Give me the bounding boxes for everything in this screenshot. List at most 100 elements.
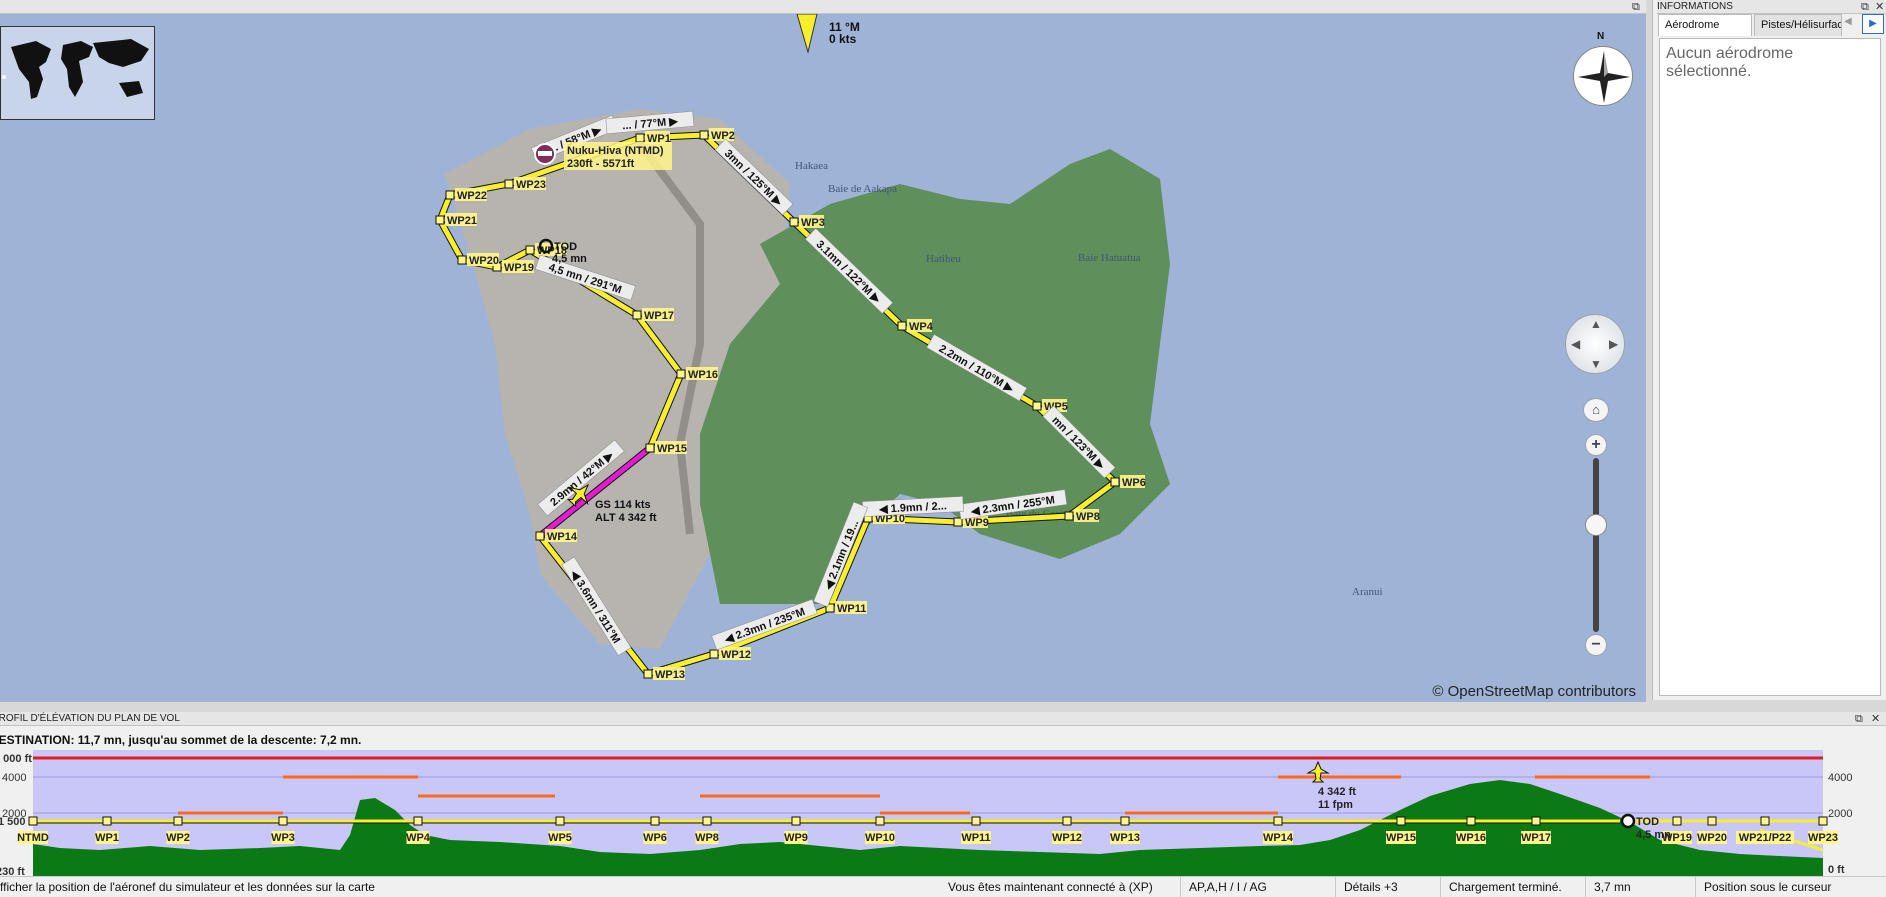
- waypoint-marker[interactable]: [709, 649, 719, 659]
- profile-waypoint-label: WP17: [1521, 832, 1551, 844]
- info-title: INFORMATIONS: [1657, 1, 1733, 12]
- profile-waypoint-marker[interactable]: [971, 816, 981, 826]
- profile-waypoint-marker[interactable]: [1818, 816, 1828, 826]
- waypoint-label: WP8: [1076, 511, 1100, 523]
- waypoint-label: WP11: [837, 603, 866, 615]
- tab-runways[interactable]: Pistes/Hélisurfaces: [1754, 14, 1842, 36]
- map-float-icon[interactable]: ⧉: [1632, 0, 1640, 14]
- home-button[interactable]: ⌂: [1583, 398, 1609, 422]
- zoom-slider-thumb[interactable]: [1585, 514, 1607, 536]
- profile-y-label: 1 500: [0, 816, 26, 828]
- profile-waypoint-marker[interactable]: [1466, 816, 1476, 826]
- elevation-profile-chart[interactable]: NTMD WP1 WP2 WP3 WP4 WP5 WP6 WP8 WP9 WP10 WP11 WP12…: [0, 750, 1886, 878]
- waypoint-marker[interactable]: [643, 669, 653, 679]
- waypoint-label: WP3: [801, 217, 825, 229]
- profile-waypoint-label: WP9: [784, 832, 808, 844]
- profile-waypoint-label: WP3: [271, 832, 295, 844]
- info-tabbar: Aérodrome Pistes/Hélisurfaces ◀ ▶: [1658, 14, 1886, 36]
- pan-left-icon[interactable]: ◀: [1571, 337, 1580, 351]
- waypoint-label: WP16: [688, 369, 718, 381]
- profile-waypoint-marker[interactable]: [702, 816, 712, 826]
- waypoint-marker[interactable]: [525, 245, 535, 255]
- waypoint-marker[interactable]: [897, 321, 907, 331]
- profile-aircraft-alt: 4 342 ft: [1318, 786, 1356, 798]
- info-close-icon[interactable]: ✕: [1875, 0, 1884, 14]
- waypoint-marker[interactable]: [676, 369, 686, 379]
- profile-waypoint-marker[interactable]: [791, 816, 801, 826]
- waypoint-marker[interactable]: [789, 217, 799, 227]
- waypoint-marker[interactable]: [635, 133, 645, 143]
- zoom-slider[interactable]: + −: [1585, 434, 1607, 656]
- profile-y-label-right: 2000: [1828, 808, 1852, 820]
- profile-waypoint-marker[interactable]: [1396, 816, 1406, 826]
- profile-waypoint-marker[interactable]: [650, 816, 660, 826]
- info-titlebar: INFORMATIONS: [1657, 0, 1886, 14]
- map-pan-control[interactable]: ▲ ▼ ◀ ▶: [1565, 314, 1625, 374]
- home-icon: ⌂: [1592, 402, 1600, 417]
- profile-destination-info: DESTINATION: 11,7 mn, jusqu'au sommet de…: [0, 733, 362, 747]
- profile-waypoint-marker[interactable]: [555, 816, 565, 826]
- waypoint-marker[interactable]: [445, 190, 455, 200]
- profile-waypoint-label: NTMD: [17, 832, 49, 844]
- info-body: Aucun aérodrome sélectionné.: [1659, 38, 1881, 696]
- zoom-out-button[interactable]: −: [1585, 634, 1607, 656]
- profile-waypoint-label: WP6: [643, 832, 667, 844]
- pan-right-icon[interactable]: ▶: [1609, 337, 1618, 351]
- info-float-icon[interactable]: ⧉: [1861, 0, 1869, 14]
- elevation-profile-panel: PROFIL D'ÉLÉVATION DU PLAN DE VOL ⧉ ✕ DE…: [0, 712, 1886, 878]
- sim-heading-arrow-icon: [796, 14, 818, 54]
- profile-waypoint-marker[interactable]: [173, 816, 183, 826]
- tab-aerodrome[interactable]: Aérodrome: [1658, 14, 1752, 36]
- profile-waypoint-label: WP10: [865, 832, 895, 844]
- tab-scroll-right-icon[interactable]: ▶: [1862, 14, 1884, 34]
- profile-waypoint-marker[interactable]: [1707, 816, 1717, 826]
- profile-waypoint-marker[interactable]: [1120, 816, 1130, 826]
- waypoint-marker[interactable]: [535, 531, 545, 541]
- waypoint-marker[interactable]: [645, 443, 655, 453]
- waypoint-marker[interactable]: [699, 130, 709, 140]
- waypoint-marker[interactable]: [457, 255, 467, 265]
- profile-waypoint-label: WP12: [1052, 832, 1082, 844]
- pan-up-icon[interactable]: ▲: [1590, 317, 1602, 331]
- profile-float-icon[interactable]: ⧉: [1855, 712, 1863, 726]
- waypoint-marker[interactable]: [632, 310, 642, 320]
- place-label: Aranui: [1352, 586, 1383, 598]
- waypoint-marker[interactable]: [1110, 477, 1120, 487]
- profile-waypoint-marker[interactable]: [1531, 816, 1541, 826]
- profile-waypoint-marker[interactable]: [1672, 816, 1682, 826]
- pan-down-icon[interactable]: ▼: [1590, 357, 1602, 371]
- profile-waypoint-label: WP14: [1263, 832, 1294, 844]
- profile-waypoint-label: WP20: [1697, 832, 1727, 844]
- profile-waypoint-marker[interactable]: [1273, 816, 1283, 826]
- waypoint-label: WP6: [1122, 477, 1146, 489]
- profile-tod-distance: 4,5 mn: [1636, 829, 1671, 841]
- profile-waypoint-marker[interactable]: [278, 816, 288, 826]
- map-attribution[interactable]: © OpenStreetMap contributors: [1432, 683, 1636, 700]
- waypoint-marker[interactable]: [1032, 401, 1042, 411]
- tod-label: TOD: [554, 241, 577, 253]
- tab-scroll-left-icon[interactable]: ◀: [1844, 16, 1852, 27]
- profile-waypoint-label: WP15: [1386, 832, 1416, 844]
- airport-label-name: Nuku-Hiva (NTMD): [567, 145, 664, 157]
- map-view[interactable]: Hakaea Baie de Aakapa Baie Hatuatua Hati…: [0, 14, 1646, 702]
- waypoint-marker[interactable]: [1064, 511, 1074, 521]
- profile-waypoint-label: WP16: [1456, 832, 1486, 844]
- zoom-slider-track[interactable]: [1593, 458, 1599, 632]
- profile-waypoint-marker[interactable]: [1760, 816, 1770, 826]
- overview-minimap[interactable]: [0, 26, 155, 120]
- waypoint-marker[interactable]: [504, 179, 514, 189]
- waypoint-label: WP15: [657, 443, 687, 455]
- profile-close-icon[interactable]: ✕: [1871, 712, 1880, 726]
- profile-waypoint-label: WP13: [1110, 832, 1140, 844]
- profile-waypoint-marker[interactable]: [102, 816, 112, 826]
- profile-waypoint-marker[interactable]: [875, 816, 885, 826]
- place-label: Baie Hatuatua: [1078, 252, 1141, 264]
- status-message: Afficher la position de l'aéronef du sim…: [0, 880, 375, 894]
- profile-waypoint-marker[interactable]: [413, 816, 423, 826]
- waypoint-marker[interactable]: [435, 215, 445, 225]
- zoom-in-button[interactable]: +: [1585, 434, 1607, 456]
- profile-waypoint-marker[interactable]: [1062, 816, 1072, 826]
- profile-waypoint-marker[interactable]: [28, 816, 38, 826]
- waypoint-label: WP19: [504, 262, 534, 274]
- leg-label-text: ◀ 2.3mn / 235°M: [722, 606, 806, 646]
